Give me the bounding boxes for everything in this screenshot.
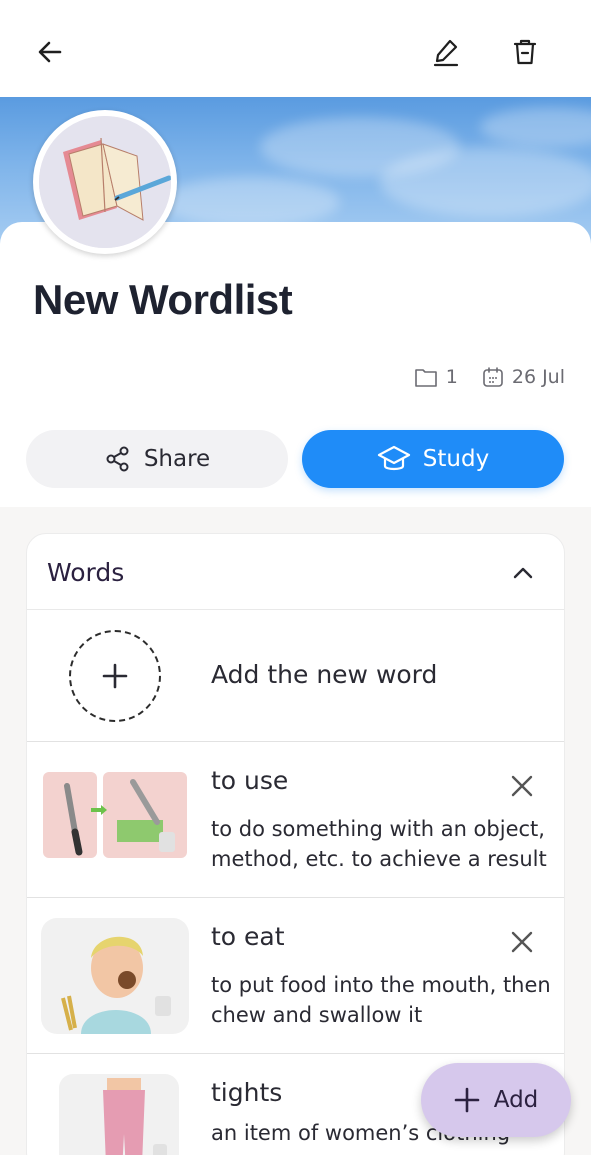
word-term: to use	[211, 766, 289, 795]
folder-count-value: 1	[445, 366, 458, 388]
remove-word-button[interactable]	[498, 918, 546, 966]
delete-button[interactable]	[501, 28, 549, 76]
top-bar	[0, 0, 591, 98]
edit-button[interactable]	[422, 28, 470, 76]
calendar-icon	[483, 367, 503, 387]
close-icon	[511, 931, 533, 953]
created-date: 26 Jul	[482, 366, 565, 388]
study-button[interactable]: Study	[302, 430, 564, 488]
word-item[interactable]: to eat to put food into the mouth, then …	[27, 898, 564, 1054]
share-button[interactable]: Share	[26, 430, 288, 488]
trash-icon	[513, 39, 537, 65]
word-term: tights	[211, 1078, 283, 1107]
folder-count: 1	[414, 366, 458, 388]
word-definition: to do something with an object, method, …	[211, 817, 547, 871]
share-label: Share	[143, 446, 211, 472]
add-fab-button[interactable]: Add	[421, 1063, 571, 1137]
pencil-icon	[433, 39, 459, 67]
created-date-value: 26 Jul	[511, 366, 565, 388]
arrow-left-icon	[38, 41, 62, 63]
collapse-button[interactable]	[506, 556, 540, 590]
add-fab-label: Add	[493, 1087, 539, 1113]
word-image-tights	[41, 1074, 189, 1155]
add-word-label: Add the new word	[211, 660, 438, 689]
add-word-row[interactable]: Add the new word	[27, 610, 564, 742]
share-icon	[106, 446, 129, 472]
remove-word-button[interactable]	[498, 762, 546, 810]
study-label: Study	[422, 446, 490, 472]
words-header[interactable]: Words	[27, 534, 564, 610]
word-image-to-eat	[41, 918, 189, 1034]
page-title: New Wordlist	[33, 276, 293, 323]
word-term: to eat	[211, 922, 285, 951]
words-title: Words	[47, 558, 125, 587]
plus-icon	[454, 1087, 480, 1113]
notebook-illustration	[39, 116, 171, 248]
wordlist-cover	[33, 110, 177, 254]
plus-icon	[102, 663, 128, 689]
word-definition: to put food into the mouth, then chew an…	[211, 973, 551, 1027]
add-word-button[interactable]	[69, 630, 161, 722]
word-item[interactable]: to use to do something with an object, m…	[27, 742, 564, 898]
word-image-to-use	[41, 762, 189, 878]
chevron-up-icon	[513, 567, 533, 579]
back-button[interactable]	[26, 28, 74, 76]
graduation-cap-icon	[377, 445, 410, 471]
wordlist-meta: 1 26 Jul	[414, 366, 565, 388]
words-card: Words Add the new word to use to do some…	[26, 533, 565, 1155]
close-icon	[511, 775, 533, 797]
folder-icon	[414, 369, 437, 387]
